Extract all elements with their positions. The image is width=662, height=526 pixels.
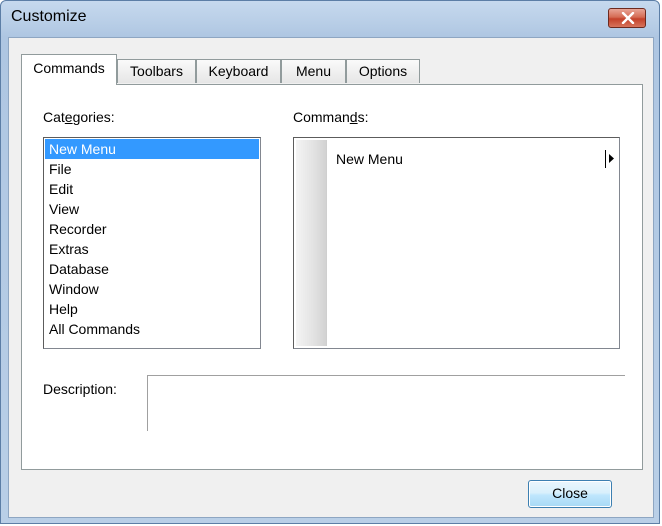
tab-label: Menu (295, 63, 332, 79)
command-item-new-menu[interactable]: New Menu (296, 148, 617, 170)
customize-dialog: Customize Commands Toolbars Keyboard Men… (0, 0, 660, 524)
commands-tab-panel: Categories: New Menu File Edit View Reco… (21, 84, 643, 470)
categories-list: New Menu File Edit View Recorder Extras … (44, 138, 260, 339)
commands-listbox[interactable]: New Menu (293, 137, 620, 349)
title-bar[interactable]: Customize (1, 1, 659, 37)
tab-menu[interactable]: Menu (281, 59, 346, 83)
description-label: Description: (43, 381, 117, 397)
submenu-separator (605, 150, 606, 168)
submenu-arrow-icon (609, 154, 614, 163)
categories-label: Categories: (43, 109, 115, 125)
list-item[interactable]: Edit (45, 179, 259, 199)
list-item[interactable]: Recorder (45, 219, 259, 239)
list-item[interactable]: Help (45, 299, 259, 319)
list-item[interactable]: View (45, 199, 259, 219)
list-item[interactable]: New Menu (45, 139, 259, 159)
tab-commands[interactable]: Commands (21, 54, 117, 85)
list-item[interactable]: File (45, 159, 259, 179)
close-button[interactable]: Close (528, 480, 612, 508)
close-icon (621, 12, 635, 24)
menu-icon-gutter (296, 140, 327, 346)
list-item[interactable]: Extras (45, 239, 259, 259)
window-close-button[interactable] (608, 8, 646, 28)
tab-label: Options (358, 63, 408, 79)
window-title: Customize (11, 8, 87, 25)
categories-listbox[interactable]: New Menu File Edit View Recorder Extras … (43, 137, 261, 349)
tab-label: Toolbars (130, 63, 183, 79)
tab-label: Keyboard (208, 63, 269, 79)
command-item-label: New Menu (336, 151, 403, 167)
tab-toolbars[interactable]: Toolbars (117, 59, 196, 83)
description-box (147, 375, 625, 431)
tab-keyboard[interactable]: Keyboard (196, 59, 281, 83)
dialog-client-area: Commands Toolbars Keyboard Menu Options … (8, 37, 654, 518)
list-item[interactable]: Database (45, 259, 259, 279)
tab-label: Commands (33, 60, 105, 76)
list-item[interactable]: Window (45, 279, 259, 299)
tab-options[interactable]: Options (346, 59, 420, 83)
commands-label: Commands: (293, 109, 369, 125)
list-item[interactable]: All Commands (45, 319, 259, 339)
